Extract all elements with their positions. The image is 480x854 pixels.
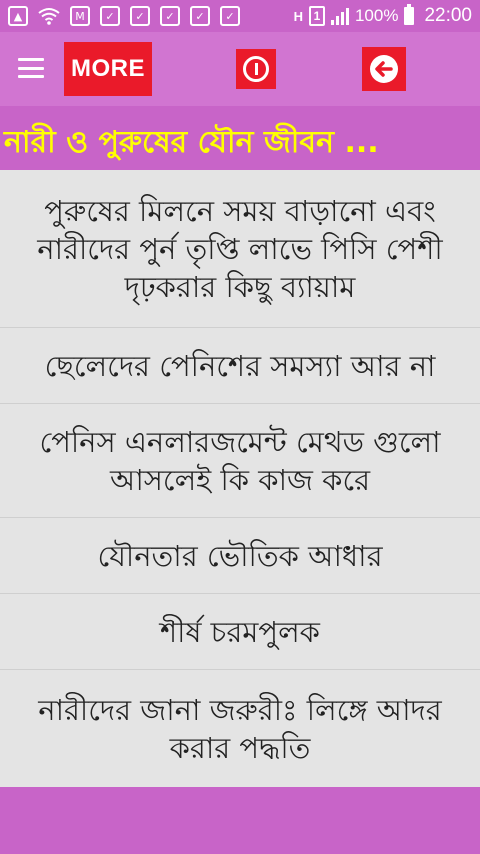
list-item[interactable]: যৌনতার ভৌতিক আধার: [0, 518, 480, 594]
bottom-bar: [0, 787, 480, 854]
back-button[interactable]: [362, 47, 406, 91]
power-icon: [243, 56, 269, 82]
wifi-icon: [38, 7, 60, 25]
system-status: H 1 100% 22:00: [293, 4, 472, 27]
list-item[interactable]: পেনিস এনলারজমেন্ট মেথড গুলো আসলেই কি কাজ…: [0, 404, 480, 518]
briefcase-icon: ✓: [190, 6, 210, 26]
more-apps-button[interactable]: MORE: [64, 42, 152, 96]
back-arrow-icon: [370, 55, 398, 83]
list-item[interactable]: শীর্ষ চরমপুলক: [0, 594, 480, 670]
menu-icon[interactable]: [18, 58, 44, 78]
list-item-label: নারীদের জানা জরুরীঃ লিঙ্গে আদর করার পদ্ধ…: [38, 692, 442, 765]
list-item[interactable]: নারীদের জানা জরুরীঃ লিঙ্গে আদর করার পদ্ধ…: [0, 670, 480, 787]
exit-button[interactable]: [236, 49, 276, 89]
briefcase-icon: ✓: [160, 6, 180, 26]
image-icon: ▲: [8, 6, 28, 26]
battery-percent: 100%: [354, 6, 399, 25]
briefcase-icon: ✓: [100, 6, 120, 26]
list-item-label: পেনিস এনলারজমেন্ট মেথড গুলো আসলেই কি কাজ…: [39, 424, 441, 497]
network-type-label: H: [293, 8, 303, 24]
list-item[interactable]: পুরুষের মিলনে সময় বাড়ানো এবং নারীদের প…: [0, 170, 480, 328]
briefcase-icon: ✓: [220, 6, 240, 26]
sim-slot-badge: 1: [308, 6, 325, 26]
briefcase-icon: ✓: [130, 6, 150, 26]
page-title: নারী ও পুরুষের যৌন জীবন ...: [4, 125, 379, 160]
title-banner: নারী ও পুরুষের যৌন জীবন ...: [0, 106, 480, 170]
list-item-label: যৌনতার ভৌতিক আধার: [97, 538, 383, 573]
notification-icons: ▲ M ✓ ✓ ✓ ✓ ✓: [8, 6, 240, 26]
gmail-icon: M: [70, 6, 90, 26]
battery-icon: [404, 4, 415, 25]
article-list: পুরুষের মিলনে সময় বাড়ানো এবং নারীদের প…: [0, 170, 480, 787]
list-item[interactable]: ছেলেদের পেনিশের সমস্যা আর না: [0, 328, 480, 404]
more-button-label: MORE: [71, 55, 145, 82]
clock: 22:00: [424, 5, 472, 26]
list-item-label: ছেলেদের পেনিশের সমস্যা আর না: [44, 348, 436, 383]
list-item-label: পুরুষের মিলনে সময় বাড়ানো এবং নারীদের প…: [37, 193, 443, 304]
status-bar: ▲ M ✓ ✓ ✓ ✓ ✓ H 1 100% 22:00: [0, 0, 480, 32]
signal-icon: [330, 7, 349, 25]
list-item-label: শীর্ষ চরমপুলক: [160, 614, 320, 649]
